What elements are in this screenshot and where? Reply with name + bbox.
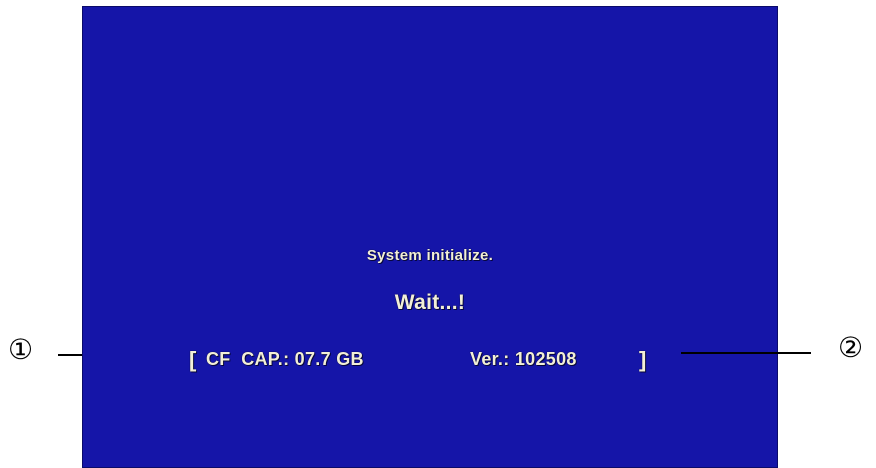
firmware-version-text: Ver.: 102508 — [470, 349, 577, 369]
startup-screen: System initialize. Wait...! [ CF CAP.: 0… — [82, 6, 778, 468]
callout-leader-line-2 — [681, 352, 811, 354]
info-bracket-open: [ — [189, 347, 197, 372]
wait-message: Wait...! — [394, 291, 466, 314]
info-bracket-close: ] — [639, 347, 647, 372]
callout-marker-2: ② — [838, 331, 864, 364]
callout-marker-1: ① — [8, 333, 34, 366]
cf-capacity-text: CF CAP.: 07.7 GB — [206, 349, 364, 369]
system-status-text: System initialize. — [366, 247, 494, 264]
